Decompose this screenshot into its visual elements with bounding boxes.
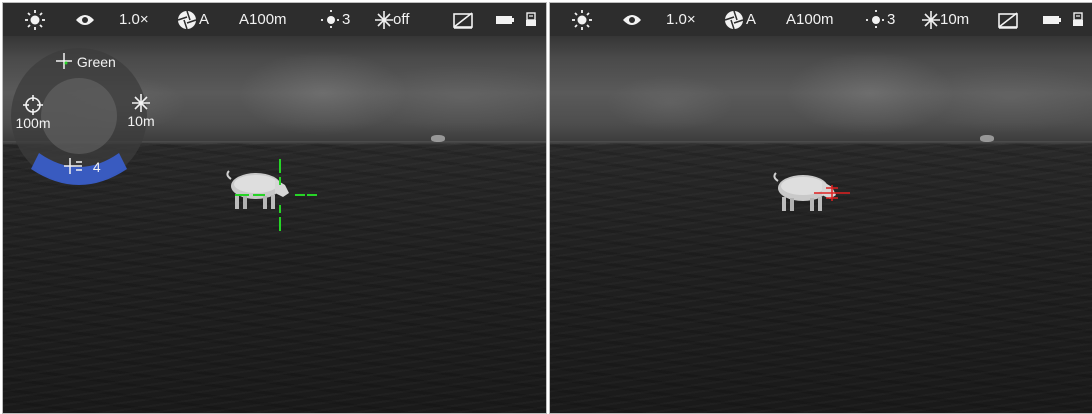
status-bar: 1.0× A A100m 3 xyxy=(550,3,1092,36)
menu-item-reticle-color[interactable]: Green xyxy=(55,52,116,70)
rangefinder-value: A100m xyxy=(786,11,834,28)
rangefinder-value: A100m xyxy=(239,11,287,28)
radial-quick-menu[interactable]: Green 100m 10m 4 xyxy=(7,41,157,191)
brightness-sun-icon[interactable] xyxy=(572,3,592,36)
stadiametric-distance-value: 10m xyxy=(127,113,155,129)
brightness-level-indicator[interactable]: 3 xyxy=(321,3,350,36)
stadiametric-value: 10m xyxy=(940,11,970,28)
brightness-level-value: 3 xyxy=(887,11,896,28)
reticle-color-value: Green xyxy=(76,54,116,70)
magnification-value: 1.0× xyxy=(119,11,149,28)
brightness-level-indicator[interactable]: 3 xyxy=(866,3,895,36)
picture-in-picture-off-icon[interactable] xyxy=(453,3,473,36)
stadiametric-icon xyxy=(132,94,150,112)
brightness-icon xyxy=(321,9,341,30)
reticle-crosshair xyxy=(235,159,317,231)
picture-in-picture-off-icon[interactable] xyxy=(998,3,1018,36)
stadiametric-icon xyxy=(375,10,393,29)
brightness-level-value: 3 xyxy=(342,11,351,28)
right-thermal-view: 1.0× A A100m 3 10m xyxy=(549,2,1092,414)
calibration-indicator[interactable]: A xyxy=(724,3,756,36)
rangefinder-indicator[interactable]: A100m xyxy=(239,3,287,36)
calibration-indicator[interactable]: A xyxy=(177,3,209,36)
reticle-type-icon xyxy=(64,158,82,174)
rangefinder-indicator[interactable]: A100m xyxy=(786,3,834,36)
aperture-icon xyxy=(724,10,744,29)
menu-item-zero-distance[interactable]: 100m xyxy=(13,95,53,131)
brightness-icon xyxy=(866,9,886,30)
magnification-indicator[interactable]: 1.0× xyxy=(666,3,696,36)
menu-item-reticle-type[interactable]: 4 xyxy=(63,157,101,175)
menu-item-stadiametric[interactable]: 10m xyxy=(121,93,161,129)
status-bar: 1.0× A A100m 3 xyxy=(3,3,546,36)
magnification-value: 1.0× xyxy=(666,11,696,28)
aperture-icon xyxy=(177,10,197,29)
crosshair-icon xyxy=(56,53,72,69)
left-thermal-view: Green 100m 10m 4 1.0× A A100m 3 off xyxy=(2,2,547,414)
stadiametric-reticle xyxy=(814,185,850,201)
magnification-indicator[interactable]: 1.0× xyxy=(119,3,149,36)
battery-icon xyxy=(1042,3,1062,36)
stadiametric-indicator[interactable]: 10m xyxy=(922,3,969,36)
calibration-mode-value: A xyxy=(746,11,757,28)
calibration-mode-value: A xyxy=(199,11,210,28)
stadiametric-value: off xyxy=(393,11,410,28)
eye-icon[interactable] xyxy=(622,3,642,36)
tree-line xyxy=(550,33,1092,143)
target-icon xyxy=(23,95,43,115)
usb-icon xyxy=(525,3,537,36)
zero-distance-value: 100m xyxy=(15,115,51,131)
battery-icon xyxy=(495,3,515,36)
distant-animal xyxy=(980,135,994,142)
reticle-number-value: 4 xyxy=(92,159,101,175)
stadiametric-indicator[interactable]: off xyxy=(375,3,409,36)
brightness-sun-icon[interactable] xyxy=(25,3,45,36)
stadiametric-icon xyxy=(922,10,940,29)
usb-icon xyxy=(1072,3,1084,36)
distant-animal xyxy=(431,135,445,142)
eye-icon[interactable] xyxy=(75,3,95,36)
